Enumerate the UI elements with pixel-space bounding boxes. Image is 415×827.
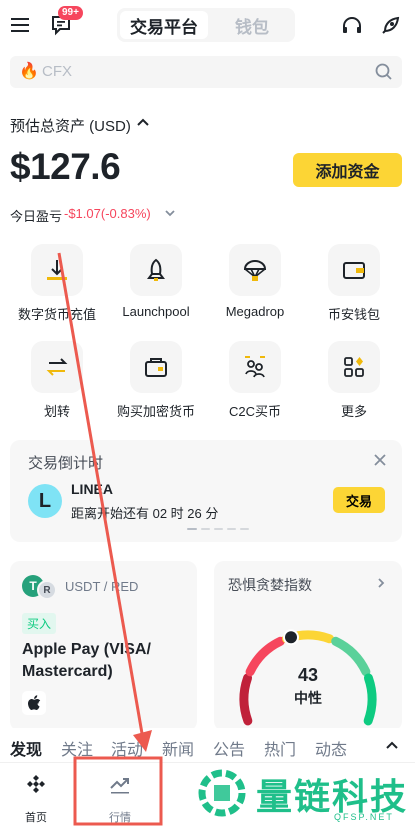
add-funds-button[interactable]: 添加资金	[293, 153, 402, 187]
tab-announcements[interactable]: 公告	[213, 736, 245, 760]
top-bar: 99+ 交易平台 钱包	[0, 0, 415, 50]
discover-tabs: 发现 关注 活动 新闻 公告 热门 动态	[0, 728, 415, 762]
rocket-icon	[130, 244, 182, 296]
shortcut-label: 数字货币充值	[17, 307, 96, 322]
buy-crypto-card[interactable]: T R USDT / RED 买入 Apple Pay (VISA/ Maste…	[10, 561, 197, 731]
more-icon	[328, 341, 380, 393]
payment-method-title: Apple Pay (VISA/ Mastercard)	[22, 641, 151, 680]
pnl-label: 今日盈亏	[10, 209, 63, 224]
watermark-logo: 量链科技 QFSP.NET	[194, 766, 415, 827]
chevron-right-icon[interactable]	[374, 576, 388, 590]
shortcut-label: Megadrop	[225, 304, 285, 319]
search-placeholder: CFX	[42, 63, 72, 80]
tab-wallet[interactable]: 钱包	[213, 11, 291, 39]
estimated-assets-label[interactable]: 预估总资产 (USD)	[10, 115, 131, 136]
nav-label: 首页	[25, 812, 47, 824]
countdown-title: 交易倒计时	[28, 455, 104, 472]
chevron-down-icon[interactable]	[163, 206, 177, 220]
tab-follow[interactable]: 关注	[61, 736, 93, 760]
deposit-icon	[31, 244, 83, 296]
buy-crypto-icon	[130, 341, 182, 393]
pnl-value: -$1.07(-0.83%)	[64, 206, 151, 221]
tab-activity[interactable]: 活动	[111, 736, 143, 760]
fire-icon: 🔥	[19, 63, 39, 80]
p2p-icon	[229, 341, 281, 393]
shortcut-web3-wallet[interactable]: 币安钱包	[304, 244, 404, 334]
notification-badge: 99+	[58, 6, 83, 20]
shortcut-launchpool[interactable]: Launchpool	[106, 244, 206, 334]
headset-icon[interactable]	[338, 12, 366, 40]
tab-exchange[interactable]: 交易平台	[120, 11, 208, 39]
shortcut-label: 币安钱包	[327, 307, 380, 322]
shortcut-buy-crypto[interactable]: 购买加密货币	[106, 341, 206, 431]
shortcut-more[interactable]: 更多	[304, 341, 404, 431]
gauge-indicator	[283, 629, 300, 646]
nav-label: 行情	[109, 812, 131, 824]
shortcut-transfer[interactable]: 划转	[7, 341, 107, 431]
transfer-icon	[31, 341, 83, 393]
apple-icon	[22, 691, 46, 715]
shortcut-label: 划转	[43, 404, 70, 419]
shortcut-label: 购买加密货币	[116, 404, 195, 419]
shortcut-c2c[interactable]: C2C买币	[205, 341, 305, 431]
countdown-time: 距离开始还有 02 时 26 分	[71, 506, 219, 521]
fear-greed-card[interactable]: 恐惧贪婪指数 43 中性	[214, 561, 402, 731]
pair-label: USDT / RED	[65, 579, 139, 594]
rocket-icon[interactable]	[376, 12, 404, 40]
watermark-mark	[198, 769, 246, 817]
shortcut-label: Launchpool	[122, 304, 190, 319]
fear-greed-value: 43	[297, 665, 319, 685]
menu-icon[interactable]	[8, 12, 34, 38]
red-token-icon: R	[37, 580, 57, 600]
top-tabs: 交易平台 钱包	[117, 8, 295, 42]
search-bar[interactable]: 🔥 CFX	[10, 56, 402, 88]
shortcut-label: C2C买币	[228, 404, 281, 419]
carousel-dots	[187, 528, 249, 530]
watermark-subtext: QFSP.NET	[334, 812, 394, 822]
binance-logo-icon	[25, 773, 47, 795]
fear-greed-title: 恐惧贪婪指数	[228, 577, 312, 593]
balance-value: $127.6	[10, 146, 121, 187]
tab-discover[interactable]: 发现	[10, 736, 42, 760]
search-icon[interactable]	[374, 62, 394, 82]
token-name: LINEA	[71, 481, 113, 497]
shortcut-megadrop[interactable]: Megadrop	[205, 244, 305, 334]
parachute-icon	[229, 244, 281, 296]
nav-markets[interactable]: 行情	[90, 769, 150, 824]
tab-feed[interactable]: 动态	[315, 736, 347, 760]
trading-countdown-card[interactable]: 交易倒计时 L LINEA 距离开始还有 02 时 26 分 交易	[10, 440, 402, 542]
market-trend-icon	[109, 773, 131, 795]
nav-home[interactable]: 首页	[6, 769, 66, 824]
buy-badge: 买入	[22, 613, 57, 634]
shortcut-deposit[interactable]: 数字货币充值	[7, 244, 107, 334]
token-logo: L	[28, 484, 62, 518]
wallet-icon	[328, 244, 380, 296]
tab-hot[interactable]: 热门	[264, 736, 296, 760]
fear-greed-label: 中性	[294, 690, 322, 706]
trade-button[interactable]: 交易	[333, 487, 385, 513]
shortcut-label: 更多	[340, 404, 367, 419]
chevron-up-icon[interactable]	[384, 737, 400, 753]
caret-up-icon[interactable]	[135, 115, 151, 131]
close-icon[interactable]	[372, 452, 388, 468]
tab-news[interactable]: 新闻	[162, 736, 194, 760]
